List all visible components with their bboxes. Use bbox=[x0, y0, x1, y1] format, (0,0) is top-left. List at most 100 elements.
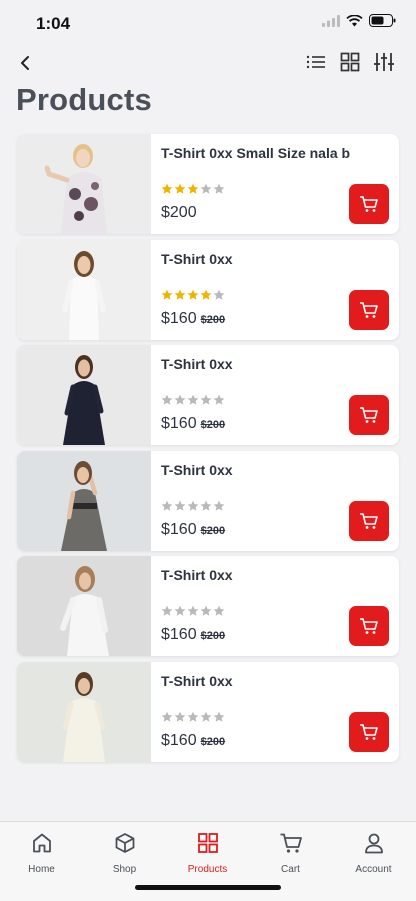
star-filled-icon bbox=[200, 289, 212, 300]
tab-shop[interactable]: Shop bbox=[83, 830, 166, 875]
star-empty-icon bbox=[187, 394, 199, 405]
product-price: $160 bbox=[161, 626, 197, 643]
view-actions bbox=[304, 50, 396, 74]
wifi-icon bbox=[346, 14, 363, 26]
list-icon bbox=[306, 55, 325, 69]
rating-stars bbox=[161, 183, 225, 195]
star-empty-icon bbox=[213, 711, 225, 722]
product-card[interactable]: T-Shirt 0xx $160 $200 bbox=[17, 239, 399, 340]
home-icon bbox=[32, 833, 51, 853]
tab-label: Account bbox=[355, 864, 392, 875]
price-group: $160 $200 bbox=[161, 415, 225, 433]
product-image bbox=[17, 556, 151, 656]
grid-view-button[interactable] bbox=[338, 50, 362, 74]
price-group: $160 $200 bbox=[161, 626, 225, 644]
signal-icon bbox=[322, 14, 340, 27]
page-title: Products bbox=[16, 82, 152, 117]
cart-icon bbox=[360, 723, 378, 740]
star-empty-icon bbox=[213, 183, 225, 194]
product-name: T-Shirt 0xx bbox=[161, 567, 233, 583]
nav-bar bbox=[0, 48, 416, 78]
star-empty-icon bbox=[213, 605, 225, 616]
home-indicator[interactable] bbox=[135, 885, 281, 890]
product-card[interactable]: T-Shirt 0xx Small Size nala b $200 bbox=[17, 134, 399, 234]
star-empty-icon bbox=[213, 289, 225, 300]
add-to-cart-button[interactable] bbox=[349, 711, 389, 752]
star-filled-icon bbox=[174, 289, 186, 300]
star-empty-icon bbox=[174, 605, 186, 616]
star-empty-icon bbox=[174, 711, 186, 722]
rating-stars bbox=[161, 289, 225, 301]
product-name: T-Shirt 0xx bbox=[161, 672, 233, 689]
person-icon bbox=[364, 833, 383, 854]
product-name: T-Shirt 0xx bbox=[161, 356, 233, 372]
grid-icon bbox=[340, 52, 360, 72]
add-to-cart-button[interactable] bbox=[349, 395, 389, 435]
product-card[interactable]: T-Shirt 0xx $160 $200 bbox=[17, 661, 399, 762]
star-empty-icon bbox=[174, 500, 186, 511]
star-empty-icon bbox=[161, 394, 173, 405]
star-empty-icon bbox=[213, 394, 225, 405]
add-to-cart-button[interactable] bbox=[349, 184, 389, 224]
back-button[interactable] bbox=[12, 50, 38, 76]
old-price: $200 bbox=[200, 419, 226, 431]
star-filled-icon bbox=[174, 183, 186, 194]
product-price: $200 bbox=[161, 204, 197, 221]
star-empty-icon bbox=[200, 711, 212, 722]
tab-label: Shop bbox=[112, 864, 137, 875]
star-empty-icon bbox=[200, 394, 212, 405]
sliders-icon bbox=[374, 53, 394, 71]
tab-home[interactable]: Home bbox=[0, 830, 83, 875]
product-card[interactable]: T-Shirt 0xx $160 $200 bbox=[17, 450, 399, 551]
cart-icon bbox=[360, 512, 378, 529]
rating-stars bbox=[161, 394, 225, 406]
star-empty-icon bbox=[200, 605, 212, 616]
tab-cart[interactable]: Cart bbox=[249, 830, 332, 875]
add-to-cart-button[interactable] bbox=[349, 500, 389, 541]
product-image bbox=[17, 239, 151, 340]
filter-button[interactable] bbox=[372, 50, 396, 74]
rating-stars bbox=[161, 500, 225, 512]
tab-label: Home bbox=[28, 864, 55, 875]
product-name: T-Shirt 0xx bbox=[161, 461, 233, 478]
grid-icon bbox=[197, 833, 218, 853]
price-group: $160 $200 bbox=[161, 310, 225, 328]
product-price: $160 bbox=[161, 309, 197, 327]
star-empty-icon bbox=[213, 500, 225, 511]
price-group: $160 $200 bbox=[161, 521, 225, 539]
star-empty-icon bbox=[161, 500, 173, 511]
tab-label: Cart bbox=[281, 864, 300, 875]
price-group: $200 bbox=[161, 204, 201, 222]
add-to-cart-button[interactable] bbox=[349, 606, 389, 646]
star-empty-icon bbox=[200, 183, 212, 194]
status-time: 1:04 bbox=[36, 14, 71, 33]
product-price: $160 bbox=[161, 731, 197, 749]
product-image bbox=[17, 661, 151, 762]
star-filled-icon bbox=[161, 289, 173, 300]
product-card[interactable]: T-Shirt 0xx $160 $200 bbox=[17, 345, 399, 445]
chevron-left-icon bbox=[21, 56, 29, 70]
tab-products[interactable]: Products bbox=[166, 830, 249, 875]
tab-account[interactable]: Account bbox=[332, 830, 415, 875]
price-group: $160 $200 bbox=[161, 732, 225, 750]
cart-icon bbox=[360, 196, 378, 212]
old-price: $200 bbox=[200, 630, 226, 642]
old-price: $200 bbox=[200, 735, 226, 748]
list-view-button[interactable] bbox=[304, 50, 328, 74]
star-filled-icon bbox=[187, 289, 199, 300]
rating-stars bbox=[161, 605, 225, 617]
old-price: $200 bbox=[200, 313, 226, 326]
star-empty-icon bbox=[200, 500, 212, 511]
product-price: $160 bbox=[161, 415, 197, 432]
product-card[interactable]: T-Shirt 0xx $160 $200 bbox=[17, 556, 399, 656]
add-to-cart-button[interactable] bbox=[349, 289, 389, 330]
product-name: T-Shirt 0xx bbox=[161, 250, 233, 267]
star-empty-icon bbox=[187, 711, 199, 722]
cart-icon bbox=[280, 833, 302, 853]
cart-icon bbox=[360, 618, 378, 634]
box-icon bbox=[115, 833, 134, 853]
star-filled-icon bbox=[187, 183, 199, 194]
product-price: $160 bbox=[161, 520, 197, 538]
tab-label: Products bbox=[187, 864, 228, 875]
battery-icon bbox=[369, 14, 396, 27]
